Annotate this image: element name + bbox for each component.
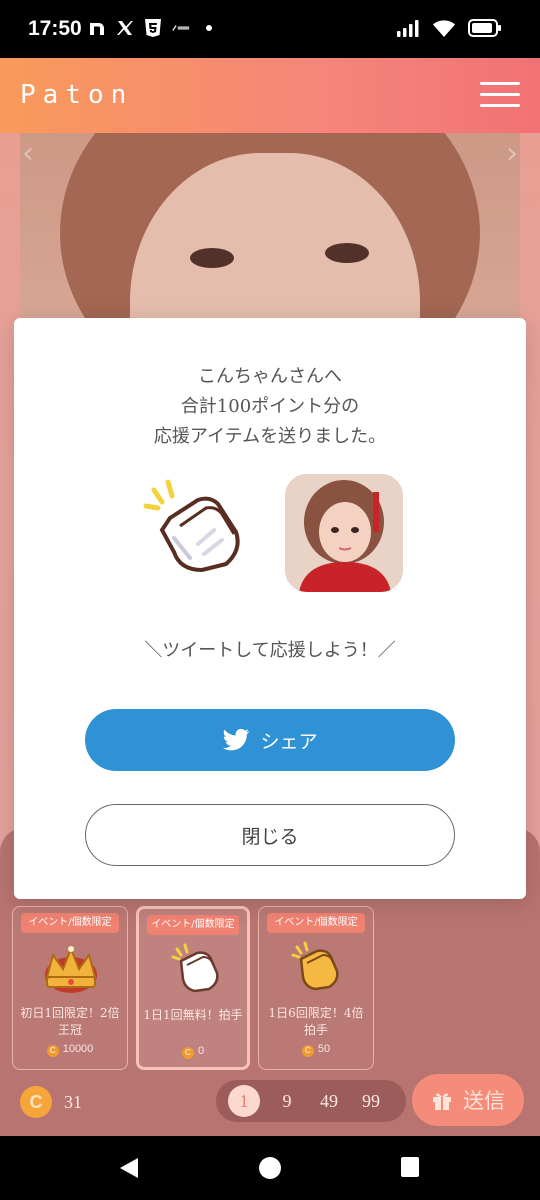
item-name: 1日1回無料！拍手: [143, 1008, 243, 1022]
home-icon[interactable]: [258, 1156, 282, 1180]
recipient-avatar: [285, 474, 403, 592]
item-name: 1日6回限定！4倍拍手: [268, 1006, 364, 1037]
quantity-option-99[interactable]: 99: [350, 1091, 392, 1112]
clap-illustration: [143, 479, 240, 573]
item-name: 初日1回限定！2倍王冠: [20, 1006, 120, 1037]
item-card[interactable]: イベント/個数限定 1日6回限定！4倍拍手 C 50: [258, 906, 374, 1070]
item-tag: イベント/個数限定: [21, 913, 119, 933]
item-list: イベント/個数限定 初日1回限定！2倍王冠 C10000 イベント/個数限定: [12, 906, 374, 1070]
coin-icon: C: [20, 1086, 52, 1118]
share-label: シェア: [260, 730, 318, 753]
quantity-selector: 1 9 49 99: [216, 1080, 406, 1122]
wifi-icon: [433, 20, 455, 37]
item-tag: イベント/個数限定: [147, 915, 239, 935]
item-price: C 50: [259, 1043, 373, 1057]
quantity-option-9[interactable]: 9: [266, 1091, 308, 1112]
modal-message-line: 応援アイテムを送りました。: [153, 426, 387, 447]
status-time: 17:50: [28, 17, 82, 40]
coin-icon: C: [301, 1045, 314, 1057]
clap-gold-icon: [291, 941, 339, 991]
balance-amount: 31: [64, 1091, 82, 1112]
coin-icon: C: [181, 1047, 194, 1059]
back-icon[interactable]: [118, 1156, 140, 1180]
coin-icon: C: [46, 1045, 59, 1057]
notification-icons: [88, 18, 212, 38]
modal-message-line: 合計100ポイント分の: [180, 396, 360, 417]
navigation-bar: [0, 1136, 540, 1200]
n-icon: [88, 18, 106, 38]
html5-icon: [144, 18, 162, 38]
twitter-share-button[interactable]: シェア: [85, 709, 455, 771]
battery-icon: [468, 19, 501, 37]
item-price: C0: [139, 1045, 247, 1059]
quantity-option-1[interactable]: 1: [228, 1085, 260, 1117]
item-card[interactable]: イベント/個数限定 初日1回限定！2倍王冠 C 10000: [12, 906, 128, 1070]
app-logo[interactable]: Paton: [20, 80, 133, 110]
modal-message: こんちゃんさんへ 合計100ポイント分の 応援アイテムを送りました。: [14, 362, 526, 452]
tweet-cta: ＼ツイートして応援しよう！／: [144, 640, 396, 661]
app-header: Paton: [0, 58, 540, 133]
item-price: C 10000: [13, 1043, 127, 1057]
modal-message-line: こんちゃんさんへ: [198, 366, 342, 387]
item-tag: イベント/個数限定: [267, 913, 365, 933]
quantity-option-49[interactable]: 49: [308, 1091, 350, 1112]
hamburger-icon[interactable]: [480, 82, 520, 108]
support-sent-modal: こんちゃんさんへ 合計100ポイント分の 応援アイテムを送りました。 ＼ツイート…: [14, 318, 526, 899]
x-icon: [116, 18, 134, 38]
gift-icon: [433, 1093, 451, 1110]
smbc-icon: [172, 18, 190, 38]
close-button[interactable]: 閉じる: [85, 804, 455, 866]
status-bar: 17:50: [0, 0, 540, 58]
signal-icon: [397, 20, 419, 37]
clap-icon: [171, 943, 219, 993]
system-icons: [396, 18, 502, 38]
send-label: 送信: [463, 1089, 505, 1113]
recents-icon[interactable]: [400, 1156, 420, 1178]
send-button[interactable]: 送信: [412, 1074, 524, 1126]
coin-balance: C 31: [20, 1086, 82, 1118]
twitter-bird-icon: [223, 728, 250, 751]
item-card-selected[interactable]: イベント/個数限定 1日1回無料！拍手 C0: [136, 906, 250, 1070]
dot-icon: [206, 25, 212, 31]
app-screen: Paton ‹ › イベント/個数限定 初日1回限定！2倍王冠 C 10000 …: [0, 58, 540, 1136]
crown-icon: [45, 946, 97, 993]
